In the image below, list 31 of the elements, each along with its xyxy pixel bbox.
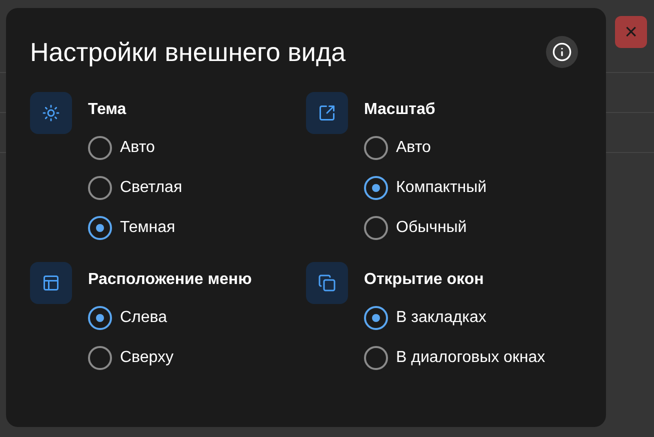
layout-icon bbox=[42, 274, 60, 292]
info-button[interactable] bbox=[546, 36, 578, 68]
radio-button[interactable] bbox=[364, 136, 388, 160]
radio-option[interactable]: Слева bbox=[88, 306, 252, 330]
radio-button[interactable] bbox=[88, 136, 112, 160]
section-title: Открытие окон bbox=[364, 270, 485, 290]
section-title: Масштаб bbox=[364, 100, 436, 120]
radio-option[interactable]: Обычный bbox=[364, 216, 487, 240]
radio-option[interactable]: В диалоговых окнах bbox=[364, 346, 546, 370]
windows-icon bbox=[318, 274, 336, 292]
radio-option[interactable]: В закладках bbox=[364, 306, 546, 330]
section-title: Тема bbox=[88, 100, 128, 120]
radio-button[interactable] bbox=[364, 176, 388, 200]
radio-option[interactable]: Светлая bbox=[88, 176, 182, 200]
dialog-title: Настройки внешнего вида bbox=[30, 36, 346, 68]
radio-button[interactable] bbox=[88, 346, 112, 370]
radio-button[interactable] bbox=[364, 216, 388, 240]
radio-button[interactable] bbox=[364, 346, 388, 370]
radio-option[interactable]: Сверху bbox=[88, 346, 252, 370]
radio-option[interactable]: Авто bbox=[88, 136, 182, 160]
section-title: Расположение меню bbox=[88, 270, 252, 290]
radio-button[interactable] bbox=[88, 306, 112, 330]
expand-icon bbox=[318, 104, 336, 122]
info-icon bbox=[552, 42, 572, 62]
radio-option[interactable]: Авто bbox=[364, 136, 487, 160]
radio-option[interactable]: Компактный bbox=[364, 176, 487, 200]
radio-button[interactable] bbox=[88, 176, 112, 200]
radio-option[interactable]: Темная bbox=[88, 216, 182, 240]
radio-button[interactable] bbox=[88, 216, 112, 240]
sun-icon bbox=[42, 104, 60, 122]
radio-button[interactable] bbox=[364, 306, 388, 330]
